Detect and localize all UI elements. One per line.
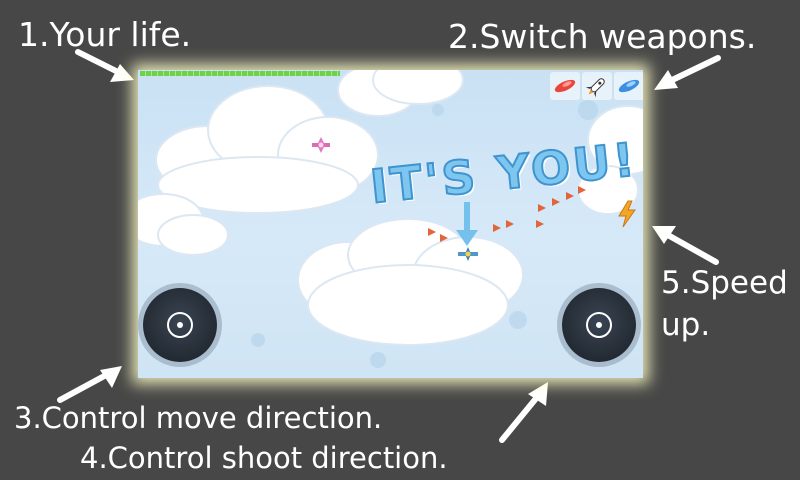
arrow-to-shoot-joystick — [499, 393, 541, 443]
move-joystick-knob[interactable] — [167, 312, 193, 338]
life-bar — [140, 71, 340, 76]
weapon-blue-bullet-button[interactable] — [614, 72, 643, 100]
rocket-icon — [585, 78, 605, 98]
move-joystick-center-icon — [177, 322, 183, 328]
arrow-to-life-bar — [75, 49, 125, 77]
weapon-rocket-button[interactable] — [582, 72, 612, 100]
weapon-red-bullet-button[interactable] — [550, 72, 580, 100]
move-joystick[interactable] — [143, 288, 217, 362]
blue-bullet-icon — [618, 79, 640, 93]
lightning-icon — [618, 200, 636, 228]
shoot-joystick-center-icon — [596, 322, 602, 328]
arrow-to-weapons — [665, 55, 721, 85]
game-screen[interactable]: IT'S YOU! — [138, 70, 643, 378]
cloud-center — [297, 218, 524, 346]
arrow-to-speed — [663, 231, 719, 265]
red-bullet-icon — [554, 79, 576, 93]
speed-up-button[interactable] — [616, 200, 638, 232]
cloud-top-center — [337, 70, 464, 117]
shoot-joystick[interactable] — [562, 288, 636, 362]
shoot-joystick-knob[interactable] — [586, 312, 612, 338]
arrow-to-move-joystick — [57, 371, 111, 403]
